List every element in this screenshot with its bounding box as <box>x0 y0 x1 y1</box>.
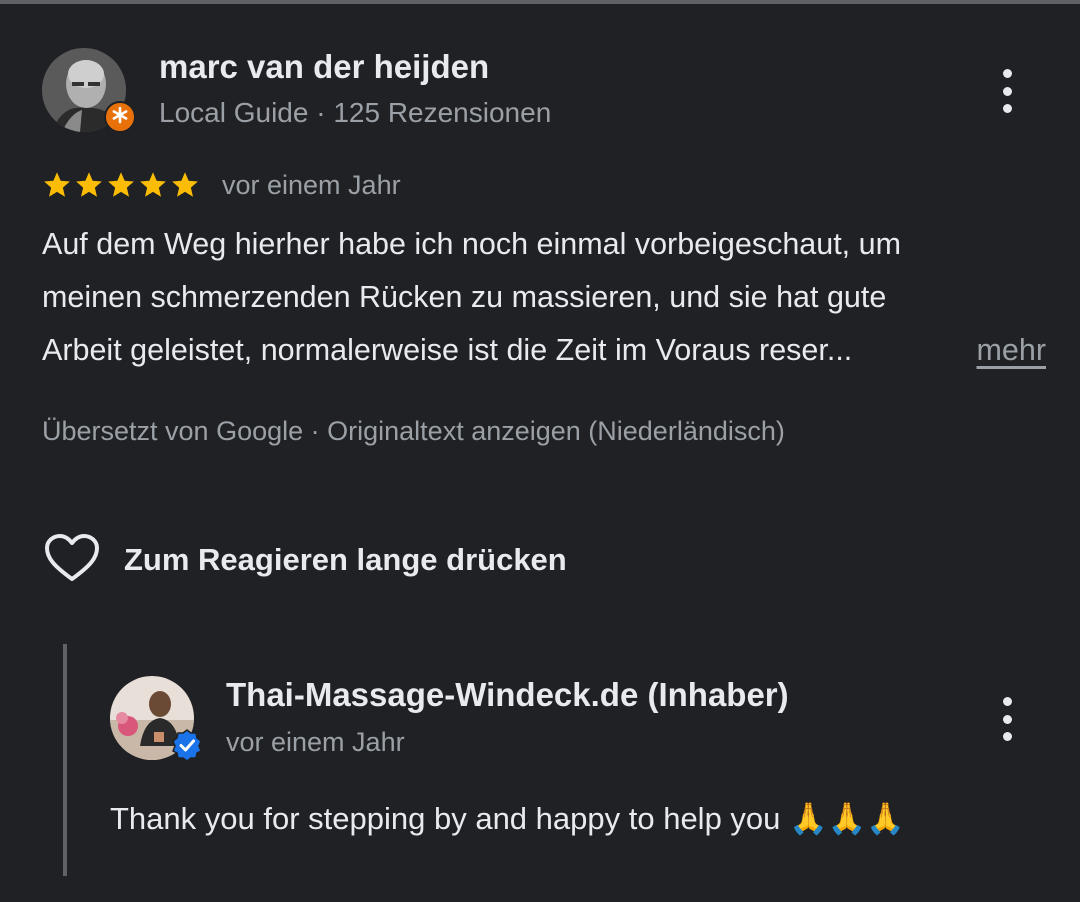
owner-reply-divider <box>63 644 67 876</box>
translation-note[interactable]: Übersetzt von Google · Originaltext anze… <box>42 416 785 447</box>
top-divider <box>0 0 1080 4</box>
star-icon <box>44 172 70 197</box>
review-text-line: meinen schmerzenden Rücken zu massieren,… <box>42 280 887 314</box>
more-vert-icon <box>1002 69 1012 78</box>
review-text: Auf dem Weg hierher habe ich noch einmal… <box>42 218 1046 377</box>
star-icon <box>140 172 166 197</box>
owner-reply-time: vor einem Jahr <box>226 727 405 757</box>
more-vert-icon <box>1002 697 1012 706</box>
local-guide-star-icon <box>111 106 129 129</box>
review-text-line: Arbeit geleistet, normalerweise ist die … <box>42 333 853 367</box>
star-icon <box>172 172 198 197</box>
star-icon <box>76 172 102 197</box>
star-rating <box>42 170 200 200</box>
reviewer-meta[interactable]: Local Guide · 125 Rezensionen <box>159 97 551 129</box>
owner-reply-text: Thank you for stepping by and happy to h… <box>110 801 905 836</box>
verified-badge <box>170 728 204 762</box>
react-label: Zum Reagieren lange drücken <box>124 542 567 577</box>
heart-outline-icon <box>44 533 100 588</box>
more-link[interactable]: mehr <box>977 324 1047 377</box>
verified-check-icon <box>170 729 204 766</box>
review-time: vor einem Jahr <box>222 170 401 200</box>
review-text-line: Auf dem Weg hierher habe ich noch einmal… <box>42 227 902 261</box>
reply-menu-button[interactable] <box>1001 697 1013 741</box>
react-button[interactable]: Zum Reagieren lange drücken <box>44 532 567 588</box>
local-guide-badge <box>104 101 136 133</box>
star-icon <box>108 172 134 197</box>
owner-name[interactable]: Thai-Massage-Windeck.de (Inhaber) <box>226 676 789 714</box>
reviewer-name[interactable]: marc van der heijden <box>159 48 489 86</box>
review-menu-button[interactable] <box>1001 69 1013 113</box>
